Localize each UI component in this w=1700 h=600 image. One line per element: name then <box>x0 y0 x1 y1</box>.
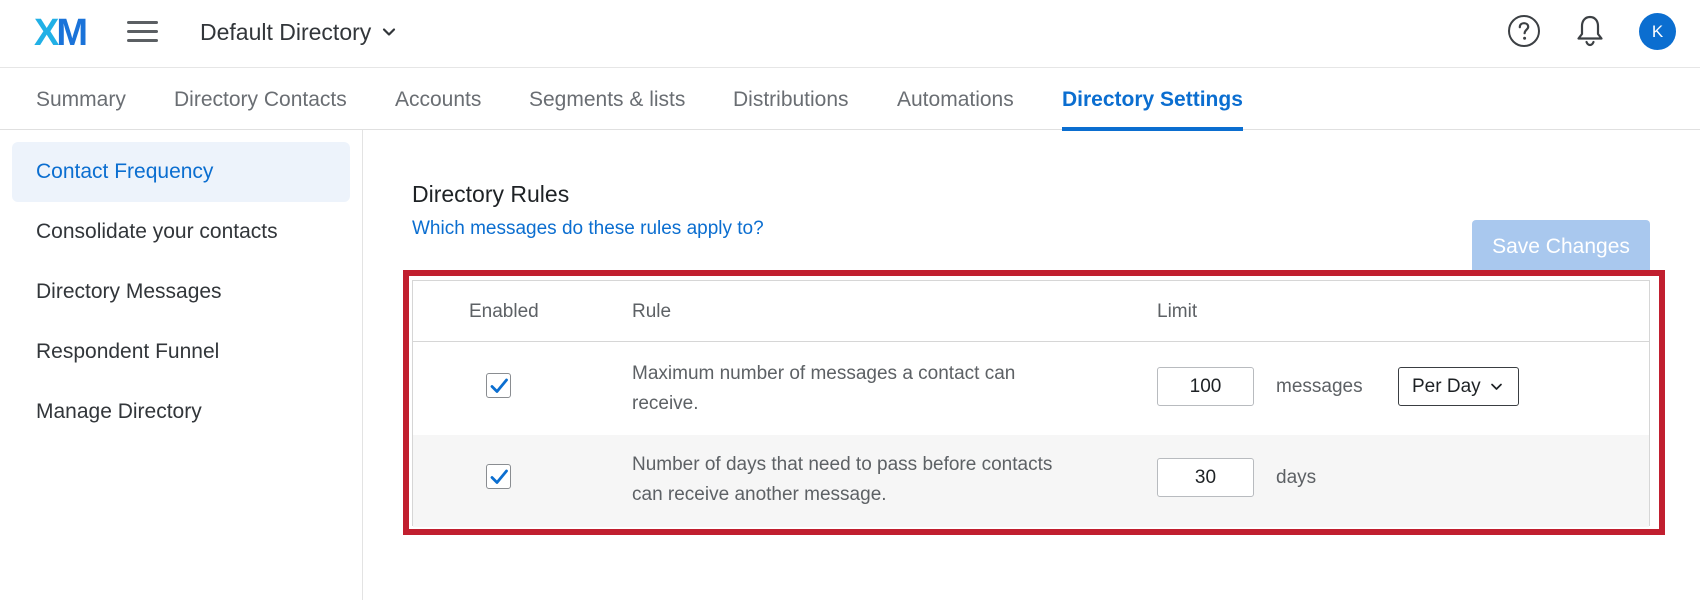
table-header: Enabled Rule Limit <box>413 281 1649 342</box>
user-avatar[interactable]: K <box>1639 13 1676 50</box>
sidebar-item-contact-frequency[interactable]: Contact Frequency <box>12 142 350 202</box>
limit-unit: days <box>1276 467 1317 488</box>
period-selected-value: Per Day <box>1412 375 1481 397</box>
top-bar: XM Default Directory K <box>0 0 1700 68</box>
header-enabled: Enabled <box>469 301 539 322</box>
logo-x: X <box>34 12 59 54</box>
days-limit-input[interactable] <box>1157 458 1254 497</box>
checkmark-icon <box>490 469 508 484</box>
settings-sidebar: Contact Frequency Consolidate your conta… <box>0 130 363 600</box>
table-row: Number of days that need to pass before … <box>413 435 1649 527</box>
checkmark-icon <box>490 378 508 393</box>
tab-directory-contacts[interactable]: Directory Contacts <box>174 69 347 130</box>
sidebar-item-manage-directory[interactable]: Manage Directory <box>12 382 350 442</box>
rule-description: Maximum number of messages a contact can… <box>632 359 1082 419</box>
tab-automations[interactable]: Automations <box>897 69 1014 130</box>
directory-name: Default Directory <box>200 18 372 45</box>
sidebar-item-respondent-funnel[interactable]: Respondent Funnel <box>12 322 350 382</box>
rule-text-line: Maximum number of messages a contact can <box>632 363 1016 384</box>
hamburger-menu-icon[interactable] <box>127 19 159 45</box>
rules-table: Enabled Rule Limit Maximum number of mes… <box>412 280 1650 527</box>
rules-help-link[interactable]: Which messages do these rules apply to? <box>412 218 764 240</box>
sidebar-item-directory-messages[interactable]: Directory Messages <box>12 262 350 322</box>
logo-m: M <box>56 12 88 54</box>
notification-bell-icon[interactable] <box>1574 13 1606 49</box>
tab-accounts[interactable]: Accounts <box>395 69 481 130</box>
table-row: Maximum number of messages a contact can… <box>413 343 1649 435</box>
section-title: Directory Rules <box>412 181 570 207</box>
chevron-down-icon <box>1490 383 1502 390</box>
tab-segments-lists[interactable]: Segments & lists <box>529 69 685 130</box>
enabled-checkbox[interactable] <box>486 464 511 489</box>
rule-text-line: Number of days that need to pass before … <box>632 454 1053 475</box>
rule-text-line: can receive another message. <box>632 484 887 505</box>
help-icon[interactable] <box>1507 14 1541 48</box>
rule-description: Number of days that need to pass before … <box>632 450 1082 510</box>
message-limit-input[interactable] <box>1157 367 1254 406</box>
xm-logo[interactable]: XM <box>34 12 88 54</box>
sidebar-item-consolidate-contacts[interactable]: Consolidate your contacts <box>12 202 350 262</box>
chevron-down-icon <box>383 28 396 36</box>
period-dropdown[interactable]: Per Day <box>1398 367 1519 406</box>
limit-unit: messages <box>1276 376 1363 397</box>
tab-summary[interactable]: Summary <box>36 69 126 130</box>
tab-distributions[interactable]: Distributions <box>733 69 849 130</box>
header-rule: Rule <box>632 301 672 322</box>
tab-directory-settings[interactable]: Directory Settings <box>1062 69 1243 131</box>
enabled-checkbox[interactable] <box>486 373 511 398</box>
directory-tabs: Summary Directory Contacts Accounts Segm… <box>0 69 1700 131</box>
directory-selector[interactable]: Default Directory <box>200 17 397 47</box>
save-changes-button[interactable]: Save Changes <box>1472 220 1650 274</box>
rule-text-line: receive. <box>632 393 699 414</box>
header-limit: Limit <box>1157 301 1198 322</box>
